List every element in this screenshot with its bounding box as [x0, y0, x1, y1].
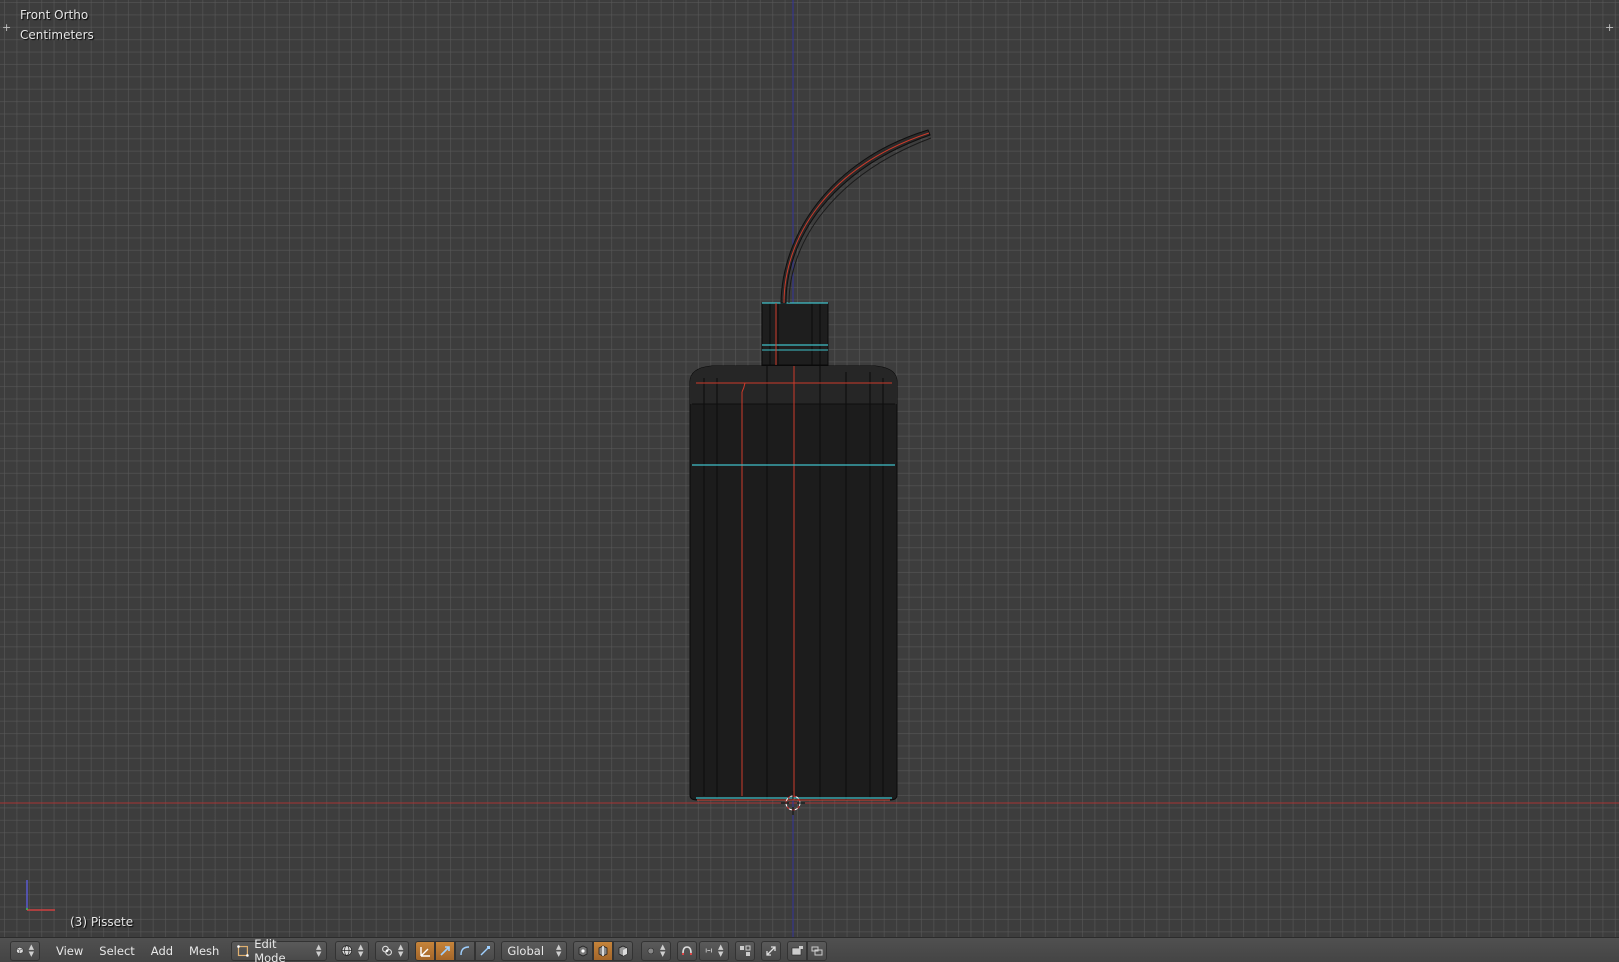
3d-view-icon [16, 947, 24, 954]
proportional-edit-selector[interactable]: ▲ ▼ [641, 940, 672, 961]
manipulator-toggle-icon[interactable] [415, 940, 436, 961]
dropdown-arrows-icon: ▲ ▼ [357, 942, 364, 958]
nozzle-tube [780, 129, 931, 304]
rotate-icon[interactable] [455, 940, 476, 961]
pivot-point-selector[interactable]: ▲ ▼ [375, 940, 410, 961]
manipulator-group [415, 940, 496, 961]
translate-icon[interactable] [435, 940, 456, 961]
orientation-label: Global [507, 943, 545, 958]
dropdown-arrows-icon: ▲ ▼ [28, 942, 34, 958]
menu-add[interactable]: Add [143, 941, 181, 961]
menu-view[interactable]: View [48, 941, 91, 961]
editor-type-selector[interactable]: ▲ ▼ [10, 940, 40, 961]
dropdown-arrows-icon: ▲ ▼ [659, 942, 666, 958]
dropdown-arrows-icon: ▲ ▼ [717, 942, 724, 958]
vertex-select-icon[interactable] [573, 940, 594, 961]
snap-toggle-icon[interactable] [677, 940, 698, 961]
menu-select[interactable]: Select [91, 941, 142, 961]
edge-select-icon[interactable] [593, 940, 614, 961]
viewport-header: ▲ ▼ View Select Add Mesh Edit Mode ▲ ▼ ▲ ▼ [0, 937, 1619, 962]
axis-gizmo-icon [26, 880, 55, 911]
mode-selector[interactable]: Edit Mode ▲ ▼ [231, 937, 328, 962]
dropdown-arrows-icon: ▲ ▼ [315, 942, 322, 958]
bottle-cap [761, 302, 829, 366]
mode-label: Edit Mode [254, 936, 286, 962]
viewport-drawing [0, 0, 1619, 937]
mirror-icon[interactable] [735, 940, 756, 961]
pivot-point-icon [382, 945, 393, 956]
render-icon[interactable] [787, 940, 808, 961]
edit-mode-icon [237, 944, 250, 957]
dropdown-arrows-icon: ▲ ▼ [397, 942, 404, 958]
uv-icon[interactable] [761, 940, 782, 961]
proportional-edit-icon [648, 947, 655, 954]
dropdown-arrows-icon: ▲ ▼ [555, 942, 562, 958]
nozzle-seam [783, 132, 930, 304]
viewport-shading-selector[interactable]: ▲ ▼ [335, 940, 370, 961]
3d-viewport[interactable]: + + Front Ortho Centimeters (3) Pissete [0, 0, 1619, 937]
snap-element-icon [706, 948, 713, 953]
face-select-icon[interactable] [613, 940, 634, 961]
snap-element-selector[interactable]: ▲ ▼ [699, 940, 730, 961]
select-mode-group [573, 940, 634, 961]
bottle-mesh[interactable] [689, 129, 932, 801]
globe-shading-icon [341, 945, 353, 956]
menu-mesh[interactable]: Mesh [181, 941, 227, 961]
orientation-selector[interactable]: Global ▲ ▼ [501, 940, 568, 961]
blender-window: + + Front Ortho Centimeters (3) Pissete [0, 0, 1619, 962]
layers-icon[interactable] [807, 940, 828, 961]
scale-icon[interactable] [475, 940, 496, 961]
